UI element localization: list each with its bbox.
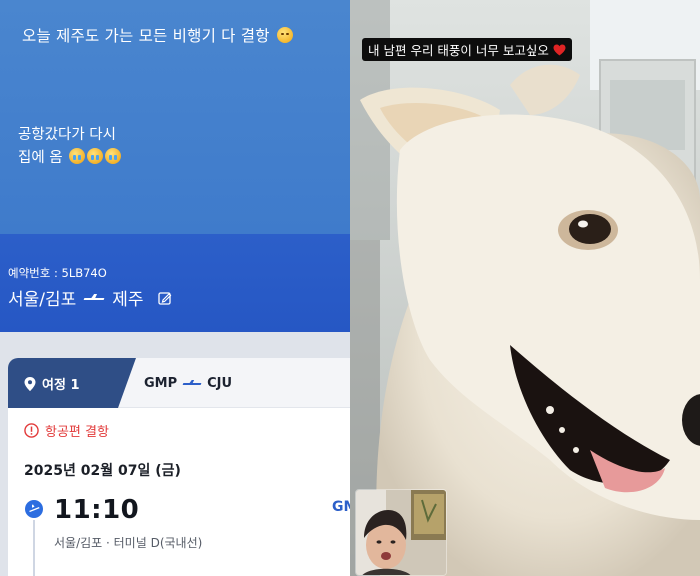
tab-itinerary-1[interactable]: 여정 1 <box>8 358 136 408</box>
timeline <box>25 500 43 576</box>
origin-city: 서울/김포 <box>8 290 77 310</box>
destination-city: 제주 <box>112 290 144 310</box>
itinerary-area: 여정 1 GMP CJU 항공편 결항 2025년 02월 07일 (금) 11… <box>0 332 350 576</box>
flight-date: 2025년 02월 07일 (금) <box>24 463 181 479</box>
booking-route: 서울/김포 제주 <box>8 285 172 310</box>
selfie-image <box>356 490 446 575</box>
departure-time: 11:10 <box>54 495 140 525</box>
departure-terminal: 서울/김포 · 터미널 D(국내선) <box>54 536 203 550</box>
selfie-video-overlay[interactable] <box>355 489 447 576</box>
emoji-smiling-face-icon <box>276 27 293 43</box>
booking-number: 예약번호 : 5LB74O <box>8 266 107 280</box>
heart-icon <box>553 44 566 55</box>
emoji-crying-face-icon <box>87 148 104 164</box>
edit-icon[interactable] <box>157 291 172 305</box>
story-caption: 내 남편 우리 태풍이 너무 보고싶오 <box>362 38 572 61</box>
story-body: 공항갔다가 다시 집에 옴 <box>18 124 122 170</box>
story-headline: 오늘 제주도 가는 모든 비행기 다 결항 <box>22 24 293 46</box>
dog-photo-panel: 내 남편 우리 태풍이 너무 보고싶오 <box>350 0 700 576</box>
departure-icon <box>25 500 43 518</box>
route-codes: GMP CJU <box>144 376 233 391</box>
itinerary-card[interactable]: 여정 1 GMP CJU 항공편 결항 2025년 02월 07일 (금) 11… <box>8 358 350 576</box>
emoji-crying-face-icon <box>105 148 122 164</box>
plane-icon <box>84 294 104 302</box>
emoji-crying-face-icon <box>69 148 86 164</box>
plane-icon <box>183 380 201 387</box>
flight-story-panel: 오늘 제주도 가는 모든 비행기 다 결항 공항갔다가 다시 집에 옴 예약번호… <box>0 0 350 576</box>
warning-icon <box>24 423 39 438</box>
cancellation-status: 항공편 결항 <box>24 421 109 440</box>
pin-icon <box>24 376 36 391</box>
arrival-code: GM <box>332 499 350 515</box>
booking-header: 예약번호 : 5LB74O 서울/김포 제주 <box>0 234 350 332</box>
